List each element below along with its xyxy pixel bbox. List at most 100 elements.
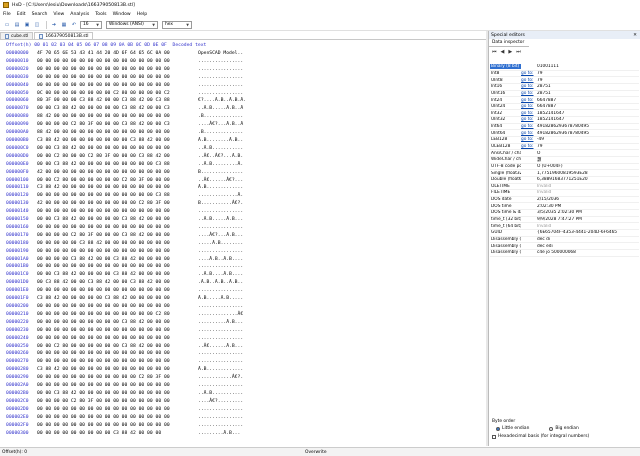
row-hex-bytes[interactable]: 00 00 00 00 00 00 00 00 00 00 00 00 00 0…	[37, 74, 198, 82]
row-decoded-text[interactable]: ................	[198, 248, 243, 256]
hex-row[interactable]: 000001D0 00 C3 88 42 00 00 C3 88 42 00 00…	[6, 279, 246, 287]
hex-row[interactable]: 00000000 4F 70 65 6E 53 43 41 44 20 4D 6F…	[6, 50, 246, 58]
row-hex-bytes[interactable]: 00 00 C3 88 42 00 00 00 00 00 00 00 00 0…	[37, 145, 198, 153]
inspector-value[interactable]: Invalid	[536, 184, 639, 189]
inspector-value[interactable]: 1852141647	[536, 111, 639, 116]
row-hex-bytes[interactable]: 00 00 00 00 00 00 00 00 00 00 00 00 00 0…	[37, 350, 198, 358]
inspector-value[interactable]: 6647887	[536, 104, 639, 109]
hex-row[interactable]: 000001E0 00 00 00 00 00 00 00 00 00 00 00…	[6, 287, 246, 295]
row-decoded-text[interactable]: ....Â€?...Ã.B...	[198, 232, 243, 240]
menu-analysis[interactable]: Analysis	[70, 12, 89, 17]
inspector-value[interactable]: 79	[536, 78, 639, 83]
row-decoded-text[interactable]: Ã.B........Ã.B..	[198, 137, 243, 145]
hex-row[interactable]: 000002F0 00 00 00 00 00 00 00 00 00 00 00…	[6, 422, 246, 430]
inspector-value[interactable]: 79	[536, 71, 639, 76]
row-decoded-text[interactable]: ................	[198, 287, 243, 295]
row-decoded-text[interactable]: Ã.B.............	[198, 366, 243, 374]
hex-row[interactable]: 00000070 00 00 C3 88 42 00 00 00 00 00 C3…	[6, 105, 246, 113]
row-hex-bytes[interactable]: 00 00 00 00 00 00 00 00 00 00 00 00 00 0…	[37, 248, 198, 256]
row-decoded-text[interactable]: €?....Ã.B..Ã.B.Ã.	[198, 97, 246, 105]
inspector-row[interactable]: LEB128 go to: -49	[490, 137, 639, 144]
hex-row[interactable]: 00000030 00 00 00 00 00 00 00 00 00 00 00…	[6, 74, 246, 82]
row-hex-bytes[interactable]: C3 88 42 00 00 00 00 00 00 00 00 00 00 0…	[37, 184, 198, 192]
inspector-value[interactable]: dec edi	[536, 244, 639, 249]
hex-row[interactable]: 00000050 0C 00 00 00 00 00 00 00 00 C2 80…	[6, 90, 246, 98]
inspector-value[interactable]: 6647887	[536, 98, 639, 103]
hex-row[interactable]: 00000090 00 00 00 00 C2 80 3F 00 00 00 C3…	[6, 121, 246, 129]
row-hex-bytes[interactable]: 0C 00 00 00 00 00 00 00 00 C2 80 00 00 0…	[37, 90, 198, 98]
hex-row[interactable]: 00000100 00 00 C2 80 00 00 00 00 00 00 C2…	[6, 177, 246, 185]
inspector-row[interactable]: Disassembly (x86-16) dec di	[490, 237, 639, 244]
row-hex-bytes[interactable]: 00 00 00 00 00 00 00 00 00 00 00 00 00 0…	[37, 335, 198, 343]
hex-row[interactable]: 00000190 00 00 00 00 00 00 00 00 00 00 00…	[6, 248, 246, 256]
inspector-value[interactable]: dec di	[536, 237, 639, 242]
tab-active-stl[interactable]: 166379050813B.stl	[34, 32, 94, 39]
row-hex-bytes[interactable]: 00 00 00 00 00 00 00 00 00 00 00 00 00 0…	[37, 303, 198, 311]
hex-row[interactable]: 000000B0 C3 88 42 00 00 00 00 00 00 00 00…	[6, 137, 246, 145]
inspector-row[interactable]: Int16 go to: 28751	[490, 84, 639, 91]
row-hex-bytes[interactable]: 00 00 00 00 00 00 00 00 00 00 00 00 C2 8…	[37, 374, 198, 382]
row-decoded-text[interactable]: ..Â€......Â€?...	[198, 177, 243, 185]
hex-row[interactable]: 00000250 00 00 C2 80 00 00 00 00 00 00 C3…	[6, 343, 246, 351]
row-decoded-text[interactable]: ................	[198, 90, 243, 98]
hex-row[interactable]: 00000060 80 3F 00 00 00 C3 88 42 00 00 C3…	[6, 97, 246, 105]
inspector-value[interactable]: 28751	[536, 84, 639, 89]
inspector-row[interactable]: UInt24 go to: 6647887	[490, 104, 639, 111]
little-endian-radio[interactable]: Little endian	[496, 426, 529, 431]
row-hex-bytes[interactable]: 00 00 00 00 00 00 00 00 00 00 00 00 00 0…	[37, 422, 198, 430]
hex-row[interactable]: 00000220 00 00 00 00 00 00 00 00 00 00 C3…	[6, 319, 246, 327]
row-hex-bytes[interactable]: 88 42 00 00 00 00 00 00 00 00 00 00 00 0…	[37, 129, 198, 137]
bytes-per-row-select[interactable]: 16 ▼	[80, 20, 102, 29]
row-decoded-text[interactable]: .Ã.B..Ã.B..Ã.B..	[198, 279, 243, 287]
row-hex-bytes[interactable]: 00 00 00 00 00 00 00 00 00 00 00 00 00 0…	[37, 82, 198, 90]
inspector-row[interactable]: Double (float64) 6,38891683771251E20	[490, 177, 639, 184]
inspector-value[interactable]: 9/9/2028 7:47:27 PM	[536, 217, 639, 222]
hex-row[interactable]: 00000080 88 42 00 00 00 00 00 00 00 00 00…	[6, 113, 246, 121]
hex-row[interactable]: 00000240 00 00 00 00 00 00 00 00 00 00 00…	[6, 335, 246, 343]
row-decoded-text[interactable]: ................	[198, 414, 243, 422]
row-hex-bytes[interactable]: 00 00 00 00 00 00 00 00 00 00 00 00 00 0…	[37, 414, 198, 422]
row-decoded-text[interactable]: Ã.B.....Ã.B.....	[198, 295, 243, 303]
hex-row[interactable]: 00000010 00 00 00 00 00 00 00 00 00 00 00…	[6, 58, 246, 66]
charset-select[interactable]: Windows (ANSI) ▼	[106, 20, 158, 29]
inspector-value[interactable]: {6E65704F-4353-4441-204D-6F6465	[536, 230, 639, 235]
goto-link[interactable]: go to:	[521, 124, 536, 129]
hex-row[interactable]: 00000170 00 00 00 00 C2 80 3F 00 00 00 C3…	[6, 232, 246, 240]
row-decoded-text[interactable]: ..Â€......Ã.B...	[198, 343, 243, 351]
undo-icon[interactable]: ↶	[70, 21, 78, 29]
row-hex-bytes[interactable]: 00 00 00 00 00 00 00 00 00 00 00 00 00 0…	[37, 327, 198, 335]
hex-row[interactable]: 00000140 00 00 00 00 00 00 00 00 00 00 00…	[6, 208, 246, 216]
hex-row[interactable]: 000002A0 00 00 00 00 00 00 00 00 00 00 00…	[6, 382, 246, 390]
first-icon[interactable]: ⏮	[492, 49, 497, 55]
inspector-value[interactable]: -49	[536, 137, 639, 142]
row-hex-bytes[interactable]: C3 88 42 00 00 00 00 00 C3 88 42 00 00 0…	[37, 295, 198, 303]
row-hex-bytes[interactable]: 00 C3 88 42 00 00 C3 88 42 00 00 C3 88 4…	[37, 279, 198, 287]
save-icon[interactable]: ▣	[23, 21, 31, 29]
row-hex-bytes[interactable]: 00 00 00 00 00 00 00 00 00 00 C3 88 42 0…	[37, 319, 198, 327]
row-hex-bytes[interactable]: 00 00 C3 88 42 00 00 00 00 C3 88 42 00 0…	[37, 271, 198, 279]
row-hex-bytes[interactable]: 00 00 00 00 00 00 00 00 00 00 00 00 00 0…	[37, 66, 198, 74]
inspector-row[interactable]: DOS time 2:02:30 PM	[490, 203, 639, 211]
inspector-row[interactable]: WideChar / char16_t 灏	[490, 157, 639, 164]
new-file-icon[interactable]: ▭	[3, 21, 11, 29]
hex-row[interactable]: 000001C0 00 00 C3 88 42 00 00 00 00 C3 88…	[6, 271, 246, 279]
row-hex-bytes[interactable]: 42 00 00 00 00 00 00 00 00 00 00 00 C2 8…	[37, 200, 198, 208]
goto-link[interactable]: go to:	[521, 137, 536, 142]
row-hex-bytes[interactable]: C3 88 42 00 00 00 00 00 00 00 00 C3 88 4…	[37, 137, 198, 145]
inspector-row[interactable]: GUID {6E65704F-4353-4441-204D-6F6465	[490, 230, 639, 237]
row-decoded-text[interactable]: .B..............	[198, 129, 243, 137]
row-decoded-text[interactable]: ................	[198, 422, 243, 430]
row-decoded-text[interactable]: ..Ã.B.........Ã.	[198, 161, 243, 169]
hex-row[interactable]: 00000160 00 00 00 00 00 00 00 00 00 00 00…	[6, 224, 246, 232]
row-hex-bytes[interactable]: 00 00 00 00 00 00 00 00 00 00 00 00 00 0…	[37, 287, 198, 295]
inspector-row[interactable]: time_t (64 bit) Invalid	[490, 223, 639, 231]
row-hex-bytes[interactable]: 00 00 00 00 C2 80 3F 00 00 00 C3 88 42 0…	[37, 232, 198, 240]
hex-row[interactable]: 000002B0 00 00 C3 88 42 00 00 00 00 00 00…	[6, 390, 246, 398]
hex-row[interactable]: 000001F0 C3 88 42 00 00 00 00 00 C3 88 42…	[6, 295, 246, 303]
goto-link[interactable]: go to:	[521, 84, 536, 89]
hex-row[interactable]: 000002C0 00 00 00 00 C2 80 3F 00 00 00 00…	[6, 398, 246, 406]
inspector-row[interactable]: UInt16 go to: 28751	[490, 91, 639, 98]
inspector-row[interactable]: Int64 go to: 4918286293678780495	[490, 124, 639, 131]
next-icon[interactable]: ▶	[508, 49, 512, 55]
row-hex-bytes[interactable]: 00 00 00 00 00 00 00 00 00 00 00 00 00 0…	[37, 263, 198, 271]
